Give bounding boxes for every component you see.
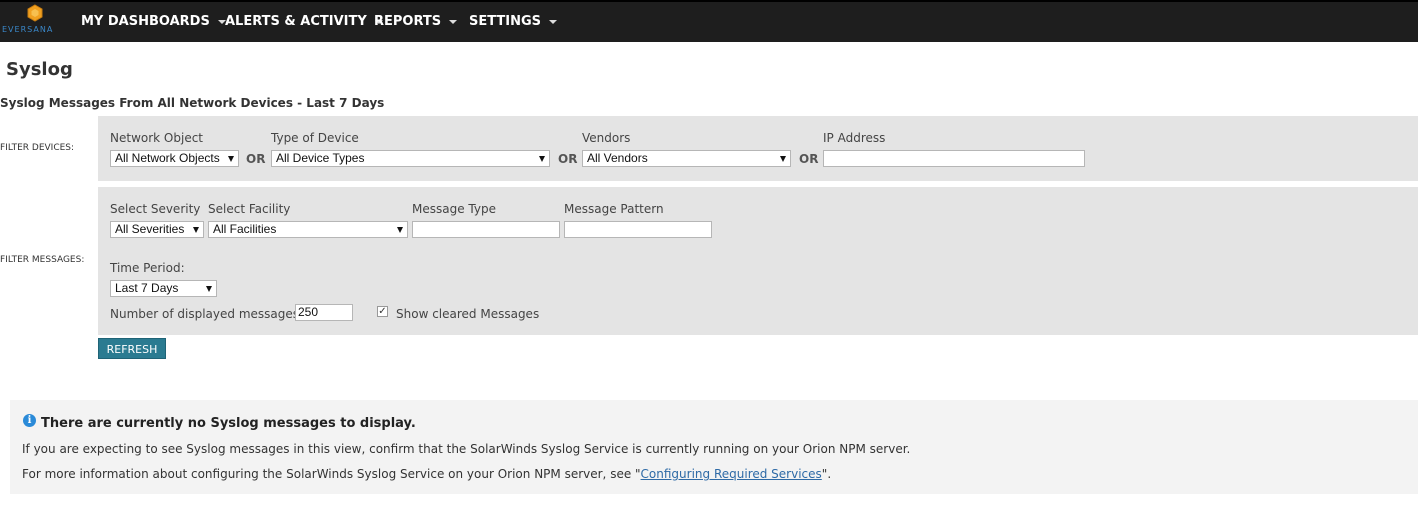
info-line-2: For more information about configuring t… [22,467,831,481]
chevron-down-icon [397,227,403,233]
chevron-down-icon [539,156,545,162]
info-line-2-prefix: For more information about configuring t… [22,467,641,481]
filter-messages-panel: Select Severity All Severities Select Fa… [98,187,1418,335]
network-object-value: All Network Objects [115,151,220,165]
nav-item-label: MY DASHBOARDS [81,14,210,29]
time-period-select[interactable]: Last 7 Days [110,280,217,297]
device-type-select[interactable]: All Device Types [271,150,550,167]
top-nav-bar: EVERSANA MY DASHBOARDS ALERTS & ACTIVITY… [0,0,1418,42]
device-type-label: Type of Device [271,131,359,145]
info-line-2-suffix: ". [821,467,832,481]
facility-label: Select Facility [208,202,291,216]
nav-item-label: REPORTS [374,14,442,29]
message-pattern-label: Message Pattern [564,202,664,216]
chevron-down-icon [549,19,558,24]
ip-address-label: IP Address [823,131,886,145]
message-type-input[interactable] [412,221,560,238]
vendors-select[interactable]: All Vendors [582,150,791,167]
logo-text: EVERSANA [2,25,54,34]
eversana-logo-icon [27,4,43,22]
page-subtitle: Syslog Messages From All Network Devices… [0,96,385,110]
time-period-value: Last 7 Days [115,281,179,295]
logo[interactable]: EVERSANA [0,4,68,40]
or-label: OR [799,152,819,166]
info-title: There are currently no Syslog messages t… [41,416,416,431]
nav-reports[interactable]: REPORTS [374,14,458,29]
facility-select[interactable]: All Facilities [208,221,408,238]
device-type-value: All Device Types [276,151,365,165]
severity-select[interactable]: All Severities [110,221,204,238]
vendors-label: Vendors [582,131,631,145]
network-object-select[interactable]: All Network Objects [110,150,239,167]
nav-item-label: ALERTS & ACTIVITY [225,14,367,29]
page-title: Syslog [6,59,73,80]
show-cleared-label: Show cleared Messages [396,307,540,321]
filter-devices-panel: Network Object All Network Objects OR Ty… [98,116,1418,181]
nav-alerts-activity[interactable]: ALERTS & ACTIVITY [225,14,383,29]
chevron-down-icon [193,227,199,233]
facility-value: All Facilities [213,222,277,236]
chevron-down-icon [780,156,786,162]
or-label: OR [246,152,266,166]
refresh-button[interactable]: REFRESH [98,338,166,359]
nav-settings[interactable]: SETTINGS [469,14,558,29]
severity-label: Select Severity [110,202,201,216]
info-line-1: If you are expecting to see Syslog messa… [22,442,911,456]
info-icon: i [23,414,36,427]
no-messages-info-box: i There are currently no Syslog messages… [10,400,1418,494]
configuring-services-link[interactable]: Configuring Required Services [641,467,822,481]
nav-item-label: SETTINGS [469,14,542,29]
filter-devices-label: FILTER DEVICES: [0,143,75,153]
num-messages-input[interactable]: 250 [295,304,353,321]
message-pattern-input[interactable] [564,221,712,238]
chevron-down-icon [228,156,234,162]
chevron-down-icon [206,286,212,292]
message-type-label: Message Type [412,202,496,216]
filter-messages-label: FILTER MESSAGES: [0,255,85,265]
or-label: OR [558,152,578,166]
chevron-down-icon [449,19,458,24]
ip-address-input[interactable] [823,150,1085,167]
show-cleared-checkbox[interactable]: ✓ [377,306,388,317]
num-messages-label: Number of displayed messages: [110,307,304,321]
vendors-value: All Vendors [587,151,648,165]
network-object-label: Network Object [110,131,203,145]
severity-value: All Severities [115,222,185,236]
nav-my-dashboards[interactable]: MY DASHBOARDS [81,14,226,29]
time-period-label: Time Period: [110,261,185,275]
